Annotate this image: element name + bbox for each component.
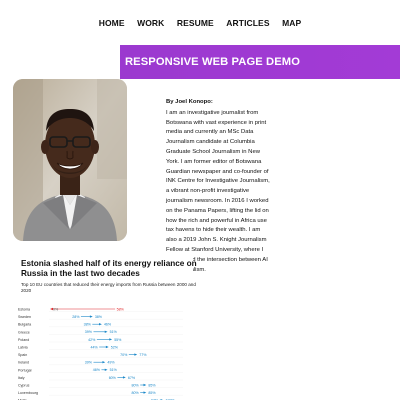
chart-plot: Estonia 0% 58%Sweden 28% 38%Bulgaria 38% 46%Gr… [18, 307, 183, 400]
portrait-illustration [13, 79, 127, 241]
country-label: Luxembourg [18, 391, 38, 395]
dumbbell-arrow [102, 361, 106, 364]
dumbbell-arrow [122, 376, 126, 379]
country-label: Sweden [18, 315, 31, 319]
end-value-label: 85% [148, 383, 156, 387]
dumbbell-arrow [89, 315, 93, 318]
start-value-label: 80% [131, 383, 139, 387]
dumbbell-arrow [134, 353, 138, 356]
end-value-label: 46% [104, 323, 112, 327]
end-value-label: 55% [114, 338, 122, 342]
nav-resume-link[interactable]: RESUME [177, 18, 214, 28]
start-value-label: 28% [72, 315, 80, 319]
bio-text: I am an investigative journalist from Bo… [166, 109, 270, 273]
start-value-label: 60% [109, 376, 117, 380]
end-value-label: 85% [148, 391, 156, 395]
start-value-label: 46% [93, 368, 101, 372]
start-value-label: 39% [85, 361, 93, 365]
end-value-label: 51% [110, 330, 118, 334]
end-value-label: 51% [110, 368, 118, 372]
country-label: Latvia [18, 346, 28, 350]
country-label: Portugal [18, 368, 32, 372]
nav-home-link[interactable]: HOME [99, 18, 125, 28]
start-value-label: 39% [85, 330, 93, 334]
energy-chart: Estonia slashed half of its energy relia… [13, 253, 197, 400]
end-value-label: 38% [95, 315, 103, 319]
country-label: Cyprus [18, 384, 30, 388]
end-value-label: 77% [139, 353, 147, 357]
profile-photo [13, 79, 127, 241]
country-label: Italy [18, 376, 25, 380]
dumbbell-arrow [104, 330, 108, 333]
dumbbell-arrow [104, 368, 108, 371]
dumbbell-arrow [143, 391, 147, 394]
dumbbell-arrow [105, 345, 109, 349]
title-banner: RESPONSIVE WEB PAGE DEMO [120, 45, 400, 79]
start-value-label: 42% [88, 338, 96, 342]
nav-map-link[interactable]: MAP [282, 18, 301, 28]
nav-articles-link[interactable]: ARTICLES [226, 18, 269, 28]
main-nav: HOME WORK RESUME ARTICLES MAP [0, 18, 400, 28]
start-value-label: 0% [53, 307, 59, 311]
dumbbell-arrow [109, 338, 113, 341]
end-value-label: 49% [107, 361, 115, 365]
country-label: Estonia [18, 308, 30, 312]
end-value-label: 67% [128, 376, 136, 380]
start-value-label: 38% [84, 323, 92, 327]
country-label: Bulgaria [18, 323, 31, 327]
end-value-label: 58% [117, 307, 125, 311]
start-value-label: 80% [131, 391, 139, 395]
country-label: Poland [18, 338, 29, 342]
start-value-label: 44% [90, 345, 98, 349]
end-value-label: 52% [111, 345, 119, 349]
country-label: Spain [18, 353, 27, 357]
nav-work-link[interactable]: WORK [137, 18, 164, 28]
bio-byline: By Joel Konopo: [166, 99, 213, 105]
dumbbell-arrow [143, 383, 147, 387]
dumbbell-arrow [99, 323, 102, 326]
page-title: RESPONSIVE WEB PAGE DEMO [125, 56, 301, 68]
start-value-label: 70% [120, 353, 128, 357]
country-label: Greece [18, 330, 30, 334]
bio-section: By Joel Konopo: I am an investigative jo… [166, 98, 270, 275]
country-label: Ireland [18, 361, 29, 365]
